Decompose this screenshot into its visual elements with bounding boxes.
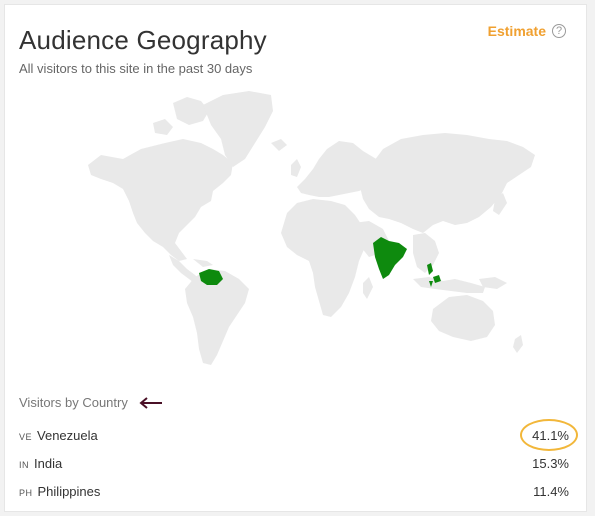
country-cell: IN India [19,456,62,471]
iceland-shape [271,139,287,151]
percent-value: 15.3% [532,455,569,471]
uk-shape [291,159,301,177]
audience-geography-card: Audience Geography All visitors to this … [4,4,587,512]
country-cell: VE Venezuela [19,428,98,443]
arrow-left-icon [139,396,162,409]
north-america-shape [88,139,233,261]
country-code: PH [19,487,33,498]
india-highlight[interactable] [373,237,407,279]
country-name[interactable]: Philippines [38,484,101,499]
annotation-circle [520,418,579,451]
australia-shape [431,295,495,341]
madagascar-shape [363,277,373,299]
indonesia-shape [413,277,485,293]
country-percent: 41.1% [520,418,579,451]
section-label-text: Visitors by Country [19,395,128,410]
country-name[interactable]: Venezuela [37,428,98,443]
country-code: IN [19,459,29,470]
country-percent: 11.4% [533,484,571,499]
country-row[interactable]: VE Venezuela 41.1% [19,418,579,451]
country-name[interactable]: India [34,456,62,471]
page-subtitle: All visitors to this site in the past 30… [19,61,253,76]
country-cell: PH Philippines [19,484,100,499]
estimate-area: Estimate ? [488,23,566,39]
estimate-link[interactable]: Estimate [488,23,546,39]
asia-shape [359,133,535,233]
visitors-by-country-heading: Visitors by Country [19,395,164,410]
country-row[interactable]: PH Philippines 11.4% [19,477,571,505]
new-zealand-shape [513,335,523,353]
world-map [88,91,535,365]
country-code: VE [19,431,33,442]
country-row[interactable]: IN India 15.3% [19,449,571,477]
page-title: Audience Geography [19,25,267,55]
map-landmass [88,91,535,365]
percent-value: 11.4% [533,483,569,499]
africa-shape [281,199,371,317]
country-percent: 15.3% [532,456,571,471]
country-list: VE Venezuela 41.1% IN India 15.3% PH Phi… [19,418,579,505]
southeast-asia-shape [413,233,439,273]
help-icon[interactable]: ? [552,24,566,38]
